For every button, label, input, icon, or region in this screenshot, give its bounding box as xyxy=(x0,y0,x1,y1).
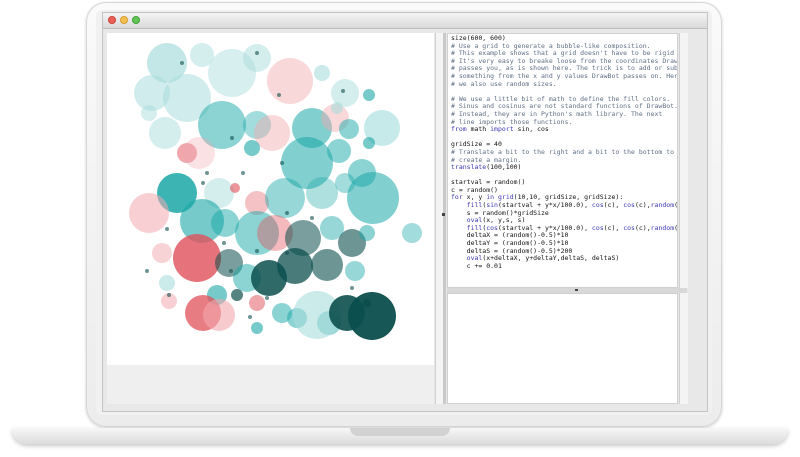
bubble-dot xyxy=(205,171,209,175)
bubble-dot xyxy=(230,136,234,140)
bubble-shape xyxy=(311,249,343,281)
bubble-shape xyxy=(251,322,263,334)
bubble-shape xyxy=(306,177,338,209)
bubble-shape xyxy=(141,105,157,121)
code-line: translate(100,100) xyxy=(451,163,522,172)
code-line: from math import sin, cos xyxy=(451,125,549,134)
bubble-composition xyxy=(129,43,422,340)
bubble-dot xyxy=(350,286,354,290)
bubble-shape xyxy=(211,209,239,237)
drawing-canvas[interactable] xyxy=(107,33,434,365)
bubble-dot xyxy=(229,269,233,273)
canvas-empty-area xyxy=(107,365,434,404)
bubble-shape xyxy=(265,178,305,218)
bubble-shape xyxy=(244,140,260,156)
bubble-dot xyxy=(201,181,205,185)
bubble-dot xyxy=(285,251,289,255)
bubble-shape xyxy=(159,275,175,291)
splitter-handle-icon xyxy=(442,213,445,216)
code-text[interactable]: size(600, 600) # Use a grid to generate a… xyxy=(448,34,677,271)
bubble-shape xyxy=(363,89,375,101)
bubble-shape xyxy=(173,234,221,282)
drawbot-window: size(600, 600) # Use a grid to generate a… xyxy=(102,12,708,412)
bubble-shape xyxy=(345,261,365,281)
bubble-shape xyxy=(267,58,313,104)
code-line: # we also use random sizes. xyxy=(451,79,557,88)
bubble-dot xyxy=(255,51,259,55)
bubble-dot xyxy=(248,315,252,319)
bubble-shape xyxy=(129,193,169,233)
bubble-dot xyxy=(167,293,171,297)
bubble-dot xyxy=(277,93,281,97)
bubble-shape xyxy=(183,137,215,169)
bubble-shape xyxy=(230,183,240,193)
bubble-shape xyxy=(331,102,343,114)
bubble-shape xyxy=(249,295,265,311)
bubble-shape xyxy=(402,223,422,243)
bubble-dot xyxy=(222,241,226,245)
bubble-shape xyxy=(327,139,351,163)
code-editor[interactable]: size(600, 600) # Use a grid to generate a… xyxy=(447,33,678,288)
bubble-shape xyxy=(231,289,243,301)
code-line: c += 0.01 xyxy=(451,261,502,270)
bubble-dot xyxy=(145,269,149,273)
minimize-window-button[interactable] xyxy=(120,16,128,24)
bubble-dot xyxy=(285,211,289,215)
bubble-dot xyxy=(341,89,345,93)
bubble-dot xyxy=(241,171,245,175)
splitter-handle-icon xyxy=(575,289,578,291)
bubble-dot xyxy=(280,161,284,165)
bubble-dot xyxy=(180,61,184,65)
vertical-splitter[interactable] xyxy=(443,33,446,404)
bubble-shape xyxy=(359,225,375,241)
window-titlebar[interactable] xyxy=(103,13,707,29)
bubble-dot xyxy=(265,296,269,300)
bubble-shape xyxy=(314,65,330,81)
bubble-shape xyxy=(363,137,375,149)
laptop-notch xyxy=(350,428,450,436)
output-scrollbar[interactable] xyxy=(679,293,688,404)
output-console[interactable] xyxy=(447,293,678,404)
bubble-dot xyxy=(255,249,259,253)
bubble-shape xyxy=(348,292,396,340)
bubble-dot xyxy=(165,227,169,231)
bubble-shape xyxy=(152,243,172,263)
bubble-shape xyxy=(243,44,271,72)
close-window-button[interactable] xyxy=(108,16,116,24)
bubble-shape xyxy=(149,117,181,149)
bubble-shape xyxy=(339,119,359,139)
bubble-shape xyxy=(203,299,235,331)
bubble-dot xyxy=(310,216,314,220)
bubble-shape xyxy=(363,299,371,307)
code-scrollbar[interactable] xyxy=(679,33,688,288)
bubble-shape xyxy=(347,172,399,224)
bubble-shape xyxy=(277,248,313,284)
zoom-window-button[interactable] xyxy=(132,16,140,24)
